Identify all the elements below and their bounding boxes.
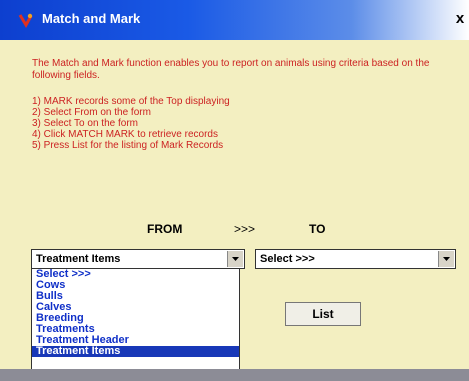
to-select-value: Select >>> <box>260 253 315 265</box>
to-header: TO <box>309 222 326 236</box>
status-bar <box>0 369 469 381</box>
close-button[interactable]: x <box>452 10 468 28</box>
instruction-step: 4) Click MATCH MARK to retrieve records <box>32 129 218 140</box>
title-bar[interactable]: Match and Mark x <box>0 0 469 40</box>
instruction-steps: 1) MARK records some of the Top displayi… <box>32 96 432 151</box>
instruction-step: 5) Press List for the listing of Mark Re… <box>32 140 224 151</box>
dropdown-option[interactable]: Cows <box>32 280 239 291</box>
instruction-step: 2) Select From on the form <box>32 107 151 118</box>
chevron-down-icon[interactable] <box>438 251 454 267</box>
chevron-down-icon[interactable] <box>227 251 243 267</box>
from-select[interactable]: Treatment Items <box>31 249 245 269</box>
dropdown-option-selected[interactable]: Treatment Items <box>32 346 239 357</box>
from-select-value: Treatment Items <box>36 253 121 265</box>
list-button[interactable]: List <box>285 302 361 326</box>
arrow-header: >>> <box>234 222 256 236</box>
instruction-step: 1) MARK records some of the Top displayi… <box>32 96 230 107</box>
from-header: FROM <box>147 222 183 236</box>
window-title: Match and Mark <box>42 11 141 26</box>
instructions: The Match and Mark function enables you … <box>32 58 432 151</box>
to-select[interactable]: Select >>> <box>255 249 456 269</box>
instruction-step: 3) Select To on the form <box>32 118 138 129</box>
from-dropdown-list[interactable]: Select >>> Cows Bulls Calves Breeding Tr… <box>31 268 240 381</box>
instructions-intro: The Match and Mark function enables you … <box>32 58 430 81</box>
app-icon <box>18 12 34 28</box>
match-and-mark-window: Match and Mark x The Match and Mark func… <box>0 0 469 381</box>
